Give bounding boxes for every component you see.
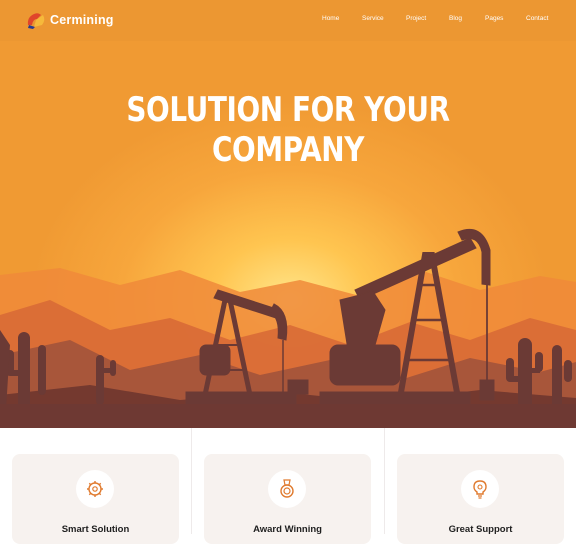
brand-name: Cermining [50,13,114,27]
nav-item-pages[interactable]: Pages [485,15,503,22]
award-medal-icon [280,479,294,498]
hero-headline: SOLUTION FOR YOUR COMPANY [52,90,524,170]
feature-card-great-support[interactable]: Great Support [397,454,564,544]
column-divider [384,428,385,534]
top-navigation-bar: Cermining Home Service Project Blog Page… [0,0,576,41]
feature-icon-circle [461,470,499,508]
brand-logo[interactable]: Cermining [26,11,114,29]
logo-icon [27,13,45,29]
oil-pump-silhouette-illustration [0,228,576,428]
nav-item-project[interactable]: Project [406,15,426,22]
feature-title: Smart Solution [61,524,130,535]
column-divider [191,428,192,534]
nav-item-home[interactable]: Home [322,15,339,22]
feature-title: Great Support [448,524,513,535]
nav-item-blog[interactable]: Blog [449,15,462,22]
feature-icon-circle [268,470,306,508]
gear-brain-icon [87,481,103,497]
lightbulb-icon [473,480,487,499]
feature-card-award-winning[interactable]: Award Winning [204,454,371,544]
hero-headline-line-2: COMPANY [211,130,365,170]
features-section: Smart Solution Award Winning Great Suppo… [0,428,576,544]
hero-section: Cermining Home Service Project Blog Page… [0,0,576,428]
hero-headline-line-1: SOLUTION FOR YOUR [126,90,450,130]
nav-item-contact[interactable]: Contact [526,15,548,22]
feature-title: Award Winning [253,524,322,535]
feature-card-smart-solution[interactable]: Smart Solution [12,454,179,544]
feature-icon-circle [76,470,114,508]
nav-item-service[interactable]: Service [362,15,384,22]
